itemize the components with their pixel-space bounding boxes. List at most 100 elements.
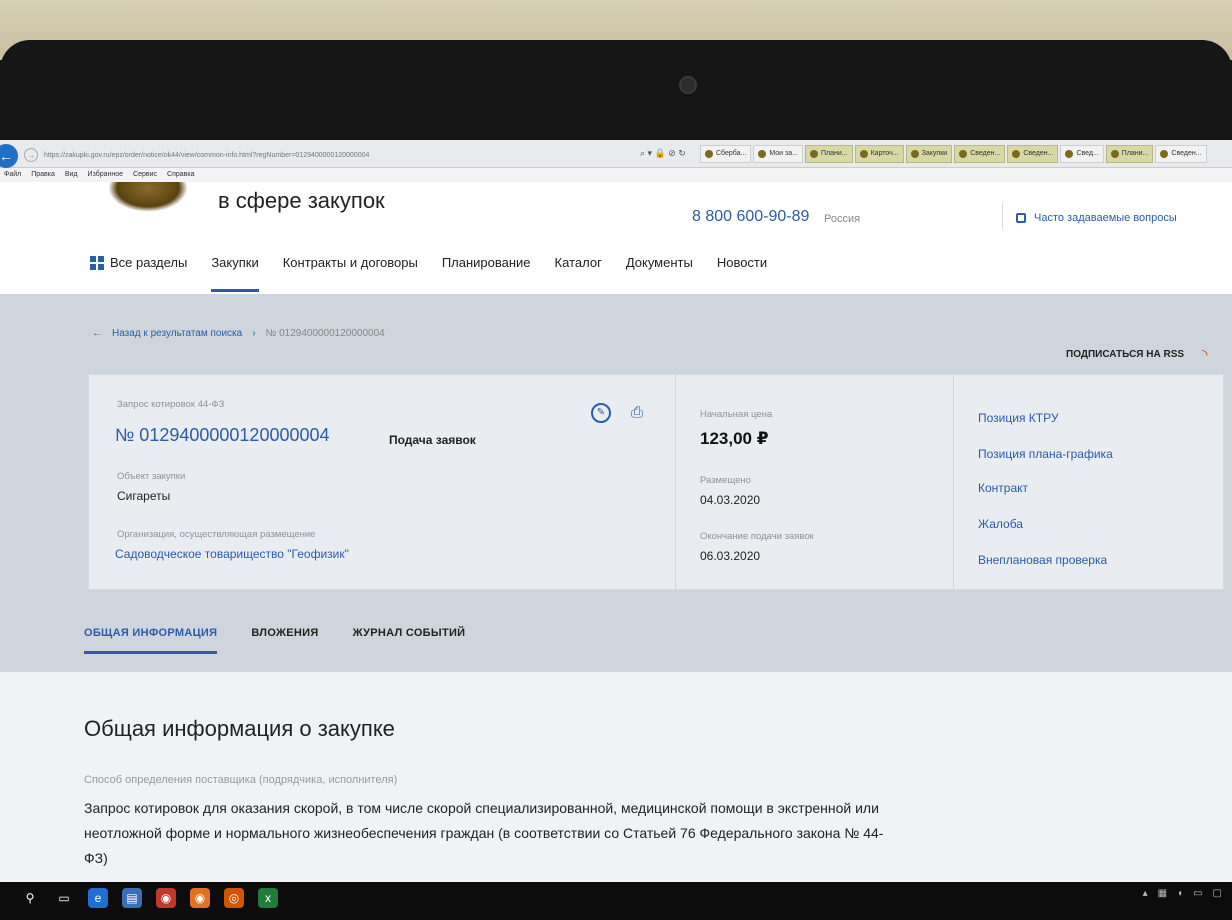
header-divider	[1002, 202, 1003, 230]
phone-region: Россия	[824, 213, 861, 225]
tray-notification-icon[interactable]: ▢	[1213, 888, 1222, 899]
browser-tab[interactable]: Сведен...	[1007, 145, 1059, 163]
browser-tab[interactable]: Мои за...	[753, 145, 803, 163]
deadline-label: Окончание подачи заявок	[700, 531, 814, 542]
tab-favicon-icon	[1110, 150, 1119, 158]
nav-contracts[interactable]: Контракты и договоры	[283, 252, 418, 292]
nav-planning[interactable]: Планирование	[442, 252, 531, 292]
browser-tab[interactable]: Сведен...	[1155, 145, 1207, 163]
menu-help[interactable]: Справка	[167, 168, 194, 182]
tab-event-log[interactable]: ЖУРНАЛ СОБЫТИЙ	[353, 622, 466, 662]
taskbar: ⚲ ▭ e ▤ ◉ ◉ ◎ x ▴ ▦ ◖ ▭ ▢	[0, 882, 1232, 920]
general-info-section: Общая информация о закупке Способ опреде…	[0, 672, 1232, 882]
menu-tools[interactable]: Сервис	[133, 168, 157, 182]
rss-label: ПОДПИСАТЬСЯ НА RSS	[1066, 349, 1185, 360]
monitor-bezel	[0, 40, 1232, 150]
tab-favicon-icon	[1065, 150, 1074, 158]
card-main-column: Запрос котировок 44-ФЗ № 012940000012000…	[89, 375, 675, 591]
tab-favicon-icon	[959, 150, 968, 158]
browser-tab[interactable]: Плани...	[1105, 145, 1154, 163]
print-icon[interactable]: ⎙	[631, 405, 649, 421]
excel-icon[interactable]: x	[258, 888, 278, 908]
browser-tab[interactable]: Сведен...	[954, 145, 1006, 163]
tab-favicon-icon	[809, 150, 818, 158]
browser-tab[interactable]: Закупки	[905, 145, 953, 163]
tab-general-info[interactable]: ОБЩАЯ ИНФОРМАЦИЯ	[84, 622, 218, 662]
deadline-date: 06.03.2020	[700, 549, 761, 563]
browser-tab-active[interactable]: Свед...	[1060, 145, 1104, 163]
address-tools-icon[interactable]: ⌕ ▾ 🔒 ⊘ ↻	[640, 148, 686, 159]
method-label: Способ определения поставщика (подрядчик…	[84, 774, 398, 786]
complaint-link[interactable]: Жалоба	[978, 517, 1023, 531]
breadcrumb-separator-icon: ›	[252, 328, 256, 339]
wrench-icon[interactable]: ✎	[591, 403, 611, 423]
task-view-icon[interactable]: ▭	[54, 888, 74, 908]
tray-volume-icon[interactable]: ◖	[1177, 888, 1183, 899]
explorer-icon[interactable]: ▤	[122, 888, 142, 908]
object-value: Сигареты	[117, 489, 171, 503]
chrome-icon[interactable]: ◉	[156, 888, 176, 908]
content-tabs: ОБЩАЯ ИНФОРМАЦИЯ ВЛОЖЕНИЯ ЖУРНАЛ СОБЫТИЙ	[84, 622, 465, 662]
menu-favorites[interactable]: Избранное	[88, 168, 123, 182]
tray-battery-icon[interactable]: ▭	[1193, 888, 1202, 899]
menu-view[interactable]: Вид	[65, 168, 78, 182]
tab-favicon-icon	[910, 150, 919, 158]
object-label: Объект закупки	[117, 471, 186, 482]
stage-status: Подача заявок	[389, 433, 476, 447]
address-bar-row: ← → https://zakupki.gov.ru/epz/order/not…	[0, 140, 1232, 168]
menu-edit[interactable]: Правка	[31, 168, 55, 182]
browser-tab[interactable]: Сберба...	[700, 145, 752, 163]
section-title: Общая информация о закупке	[84, 716, 395, 741]
browser-tab[interactable]: Карточ...	[854, 145, 904, 163]
coat-of-arms-logo[interactable]	[108, 182, 188, 212]
procurement-card: Запрос котировок 44-ФЗ № 012940000012000…	[88, 374, 1225, 591]
faq-label: Часто задаваемые вопросы	[1034, 212, 1177, 224]
ktru-position-link[interactable]: Позиция КТРУ	[978, 411, 1058, 425]
nav-news[interactable]: Новости	[717, 252, 767, 292]
organization-link[interactable]: Садоводческое товарищество "Геофизик"	[115, 547, 349, 561]
nav-documents[interactable]: Документы	[626, 252, 693, 292]
price-value: 123,00 ₽	[700, 429, 769, 448]
browser-tab[interactable]: Плани...	[804, 145, 853, 163]
webcam	[679, 76, 697, 94]
ie-icon[interactable]: e	[88, 888, 108, 908]
rss-subscribe-link[interactable]: ПОДПИСАТЬСЯ НА RSS ◝	[1066, 346, 1207, 363]
price-label: Начальная цена	[700, 409, 773, 420]
tray-network-icon[interactable]: ▦	[1158, 888, 1167, 899]
card-price-column: Начальная цена 123,00 ₽ Размещено 04.03.…	[675, 375, 953, 591]
firefox-icon[interactable]: ◉	[190, 888, 210, 908]
tab-attachments[interactable]: ВЛОЖЕНИЯ	[251, 622, 318, 662]
posted-date: 04.03.2020	[700, 493, 761, 507]
main-nav: Все разделы Закупки Контракты и договоры…	[90, 252, 791, 292]
tab-favicon-icon	[705, 150, 713, 158]
taskbar-apps: ⚲ ▭ e ▤ ◉ ◉ ◎ x	[20, 888, 278, 908]
contract-link[interactable]: Контракт	[978, 481, 1028, 495]
back-arrow-icon[interactable]: ←	[92, 328, 102, 339]
menu-file[interactable]: Файл	[4, 168, 21, 182]
system-tray: ▴ ▦ ◖ ▭ ▢	[1143, 888, 1222, 899]
search-icon[interactable]: ⚲	[20, 888, 40, 908]
nav-purchases[interactable]: Закупки	[211, 252, 260, 292]
tab-strip: Сберба... Мои за... Плани... Карточ... З…	[700, 145, 1207, 165]
url-field[interactable]: https://zakupki.gov.ru/epz/order/notice/…	[44, 148, 634, 164]
nav-all-sections[interactable]: Все разделы	[90, 252, 187, 292]
app-icon[interactable]: ◎	[224, 888, 244, 908]
unscheduled-check-link[interactable]: Внеплановая проверка	[978, 553, 1107, 567]
tray-arrow-icon[interactable]: ▴	[1143, 888, 1148, 899]
card-links-column: Позиция КТРУ Позиция плана-графика Контр…	[953, 375, 1225, 591]
back-to-results-link[interactable]: Назад к результатам поиска	[112, 328, 242, 339]
back-arrow-icon[interactable]: ←	[0, 144, 18, 168]
breadcrumb: ← Назад к результатам поиска › № 0129400…	[92, 328, 385, 339]
faq-link[interactable]: Часто задаваемые вопросы	[1016, 212, 1177, 224]
hotline-phone[interactable]: 8 800 600-90-89	[692, 208, 809, 226]
site-title: в сфере закупок	[218, 188, 385, 213]
browser-menubar: Файл Правка Вид Избранное Сервис Справка	[0, 168, 1232, 182]
plan-schedule-link[interactable]: Позиция плана-графика	[978, 447, 1113, 461]
method-value: Запрос котировок для оказания скорой, в …	[84, 800, 884, 866]
procedure-type: Запрос котировок 44-ФЗ	[117, 399, 225, 410]
tab-favicon-icon	[758, 150, 767, 158]
nav-catalog[interactable]: Каталог	[555, 252, 602, 292]
forward-arrow-icon[interactable]: →	[24, 148, 38, 162]
faq-icon	[1016, 213, 1026, 223]
registry-number-link[interactable]: № 0129400000120000004	[115, 425, 330, 446]
